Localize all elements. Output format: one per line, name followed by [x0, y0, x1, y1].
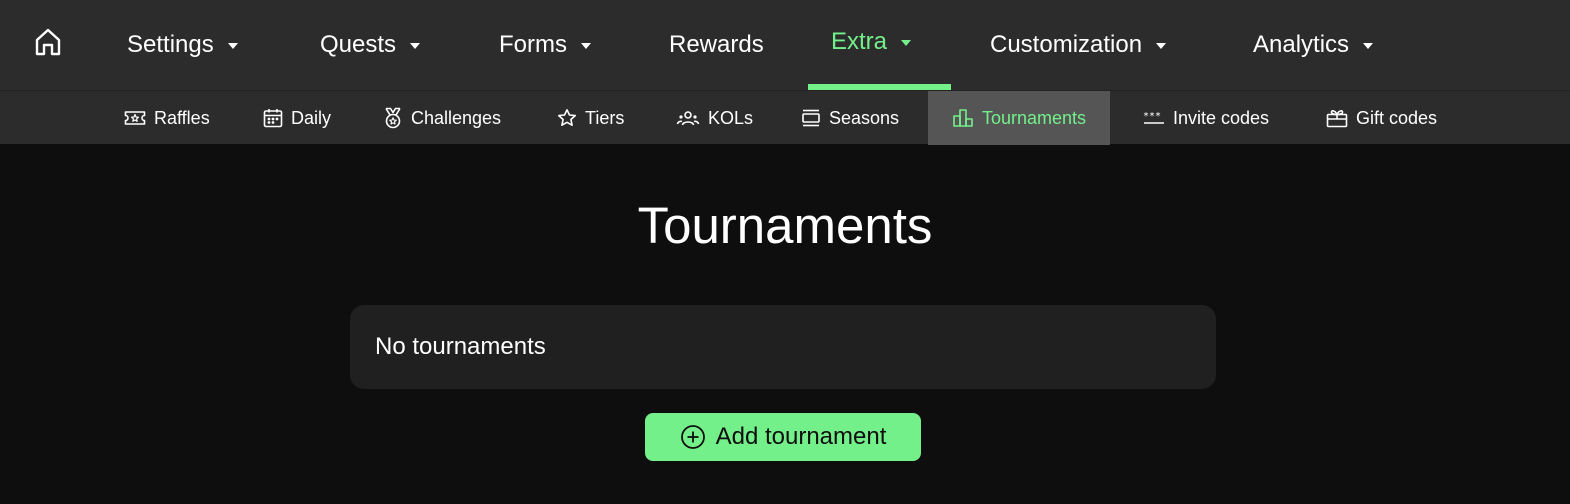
empty-state-message: No tournaments: [375, 333, 546, 360]
users-icon: [676, 111, 700, 126]
plus-circle-icon: [680, 425, 705, 449]
chevron-down-icon: [1156, 43, 1167, 49]
chevron-down-icon: [581, 43, 591, 49]
home-icon[interactable]: [34, 27, 62, 57]
nav-forms[interactable]: Forms: [499, 0, 591, 90]
subnav-challenges-label: Challenges: [411, 107, 502, 128]
subnav-tournaments-label: Tournaments: [982, 107, 1087, 128]
nav-customization[interactable]: Customization: [990, 0, 1167, 90]
nav-extra[interactable]: Extra: [831, 0, 912, 90]
layers-icon: [802, 109, 820, 127]
subnav-invite-codes-label: Invite codes: [1173, 107, 1270, 128]
medal-icon: [385, 107, 401, 129]
nav-analytics-label: Analytics: [1253, 31, 1350, 58]
subnav-tiers[interactable]: Tiers: [557, 91, 624, 145]
subnav-kols[interactable]: KOLs: [676, 91, 753, 145]
gift-icon: [1326, 110, 1348, 128]
nav-rewards-label: Rewards: [669, 31, 764, 58]
subnav-daily[interactable]: Daily: [263, 91, 331, 145]
subnav-raffles[interactable]: Raffles: [124, 91, 210, 145]
subnav-kols-label: KOLs: [708, 107, 754, 128]
empty-state-card: No tournaments: [350, 305, 1216, 389]
nav-quests-label: Quests: [320, 31, 397, 58]
nav-extra-label: Extra: [831, 28, 888, 55]
nav-rewards[interactable]: Rewards: [669, 0, 764, 90]
add-tournament-button[interactable]: Add tournament: [645, 413, 921, 461]
subnav-tournaments[interactable]: Tournaments: [928, 91, 1111, 145]
asterisks-icon: ***: [1143, 111, 1164, 124]
chevron-down-icon: [227, 43, 238, 49]
top-navigation: Settings Quests Forms Rewards Extra Cust…: [0, 0, 1570, 90]
ticket-icon: [124, 111, 146, 125]
subnav-challenges[interactable]: Challenges: [383, 91, 501, 145]
chevron-down-icon: [901, 40, 912, 46]
chevron-down-icon: [410, 43, 421, 49]
subnav-seasons[interactable]: Seasons: [801, 91, 899, 145]
sub-navigation: Raffles Daily Challenges Tiers KOLs Seas…: [0, 90, 1570, 145]
nav-customization-label: Customization: [990, 31, 1143, 58]
subnav-raffles-label: Raffles: [154, 107, 210, 128]
star-icon: [558, 109, 576, 126]
chevron-down-icon: [1363, 43, 1374, 49]
nav-settings-label: Settings: [127, 31, 214, 58]
subnav-daily-label: Daily: [291, 107, 332, 128]
svg-text:***: ***: [1143, 111, 1161, 122]
subnav-seasons-label: Seasons: [829, 107, 900, 128]
nav-analytics[interactable]: Analytics: [1253, 0, 1374, 90]
calendar-icon: [263, 109, 283, 128]
subnav-gift-codes-label: Gift codes: [1356, 107, 1438, 128]
podium-icon: [953, 109, 973, 127]
subnav-gift-codes[interactable]: Gift codes: [1326, 91, 1437, 145]
page-title: Tournaments: [637, 197, 933, 254]
nav-settings[interactable]: Settings: [127, 0, 238, 90]
nav-forms-label: Forms: [499, 31, 567, 58]
add-tournament-label: Add tournament: [715, 423, 887, 450]
subnav-tiers-label: Tiers: [585, 107, 625, 128]
subnav-invite-codes[interactable]: *** Invite codes: [1143, 91, 1269, 145]
nav-quests[interactable]: Quests: [320, 0, 421, 90]
